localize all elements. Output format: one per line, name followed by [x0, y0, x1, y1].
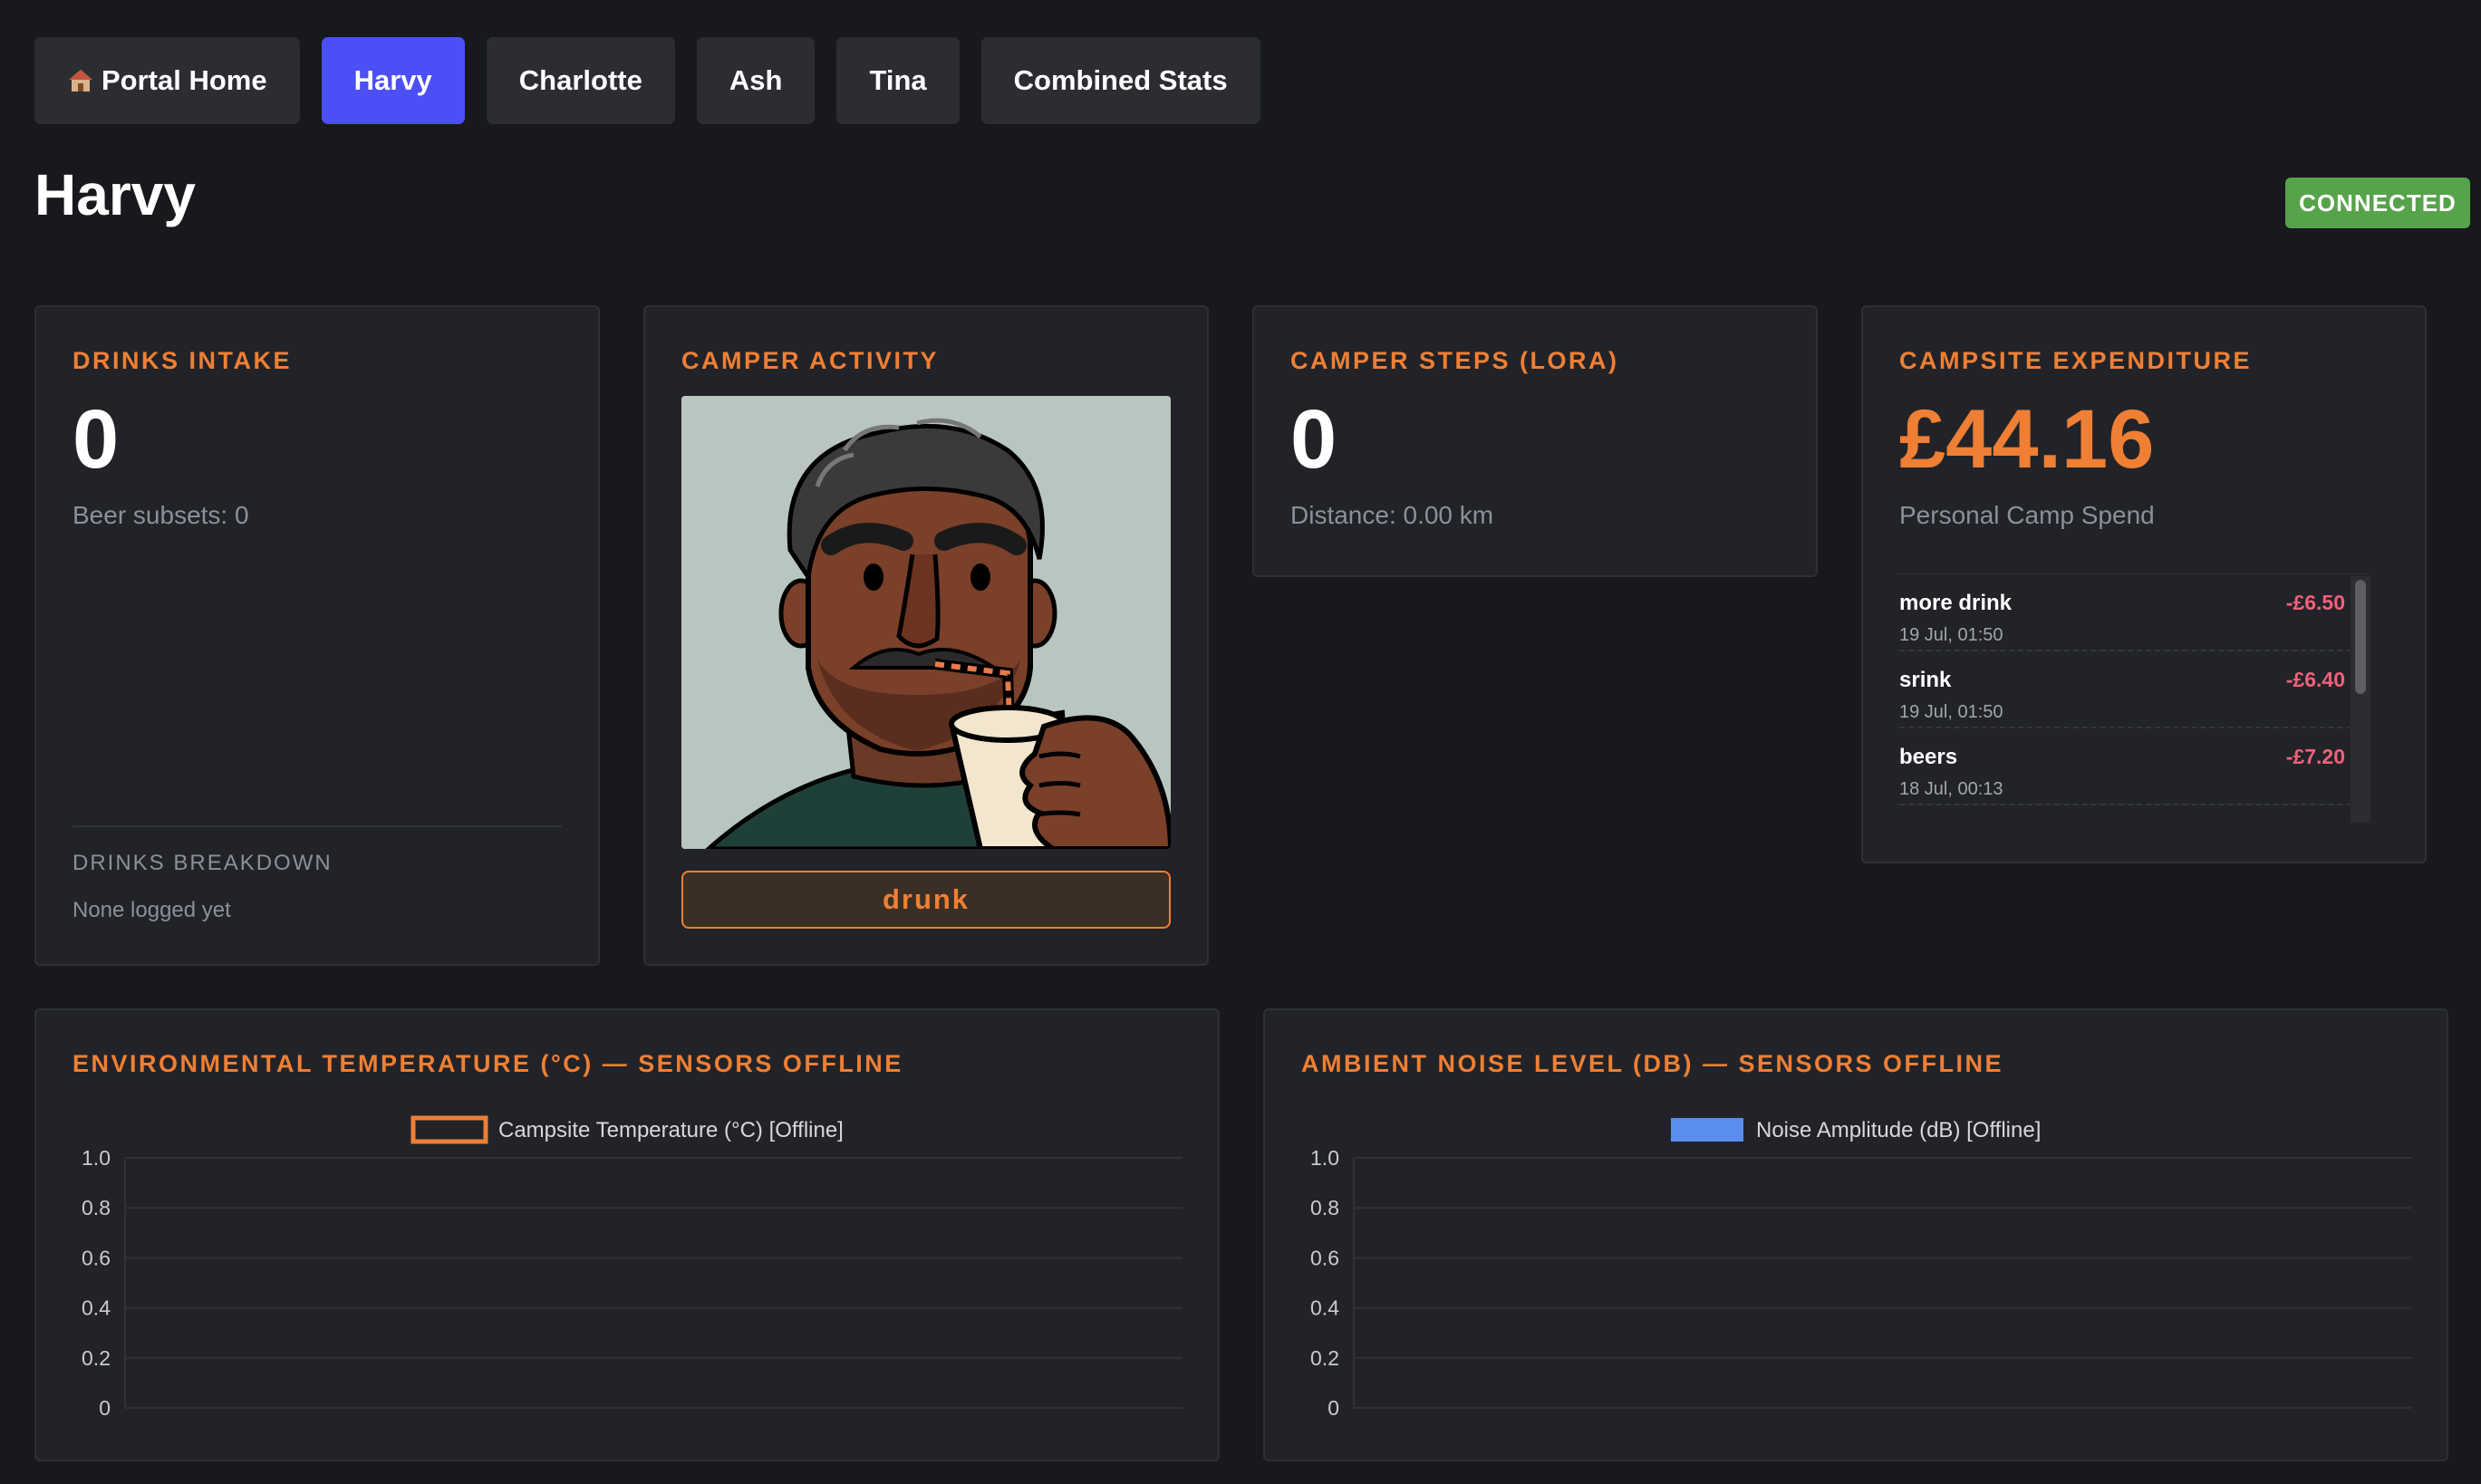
y-tick-label: 1.0 [82, 1146, 111, 1170]
home-icon [67, 67, 94, 94]
drinks-breakdown-empty-text: None logged yet [72, 898, 231, 922]
nav-portal-home-label: Portal Home [101, 64, 267, 96]
scrollbar-thumb[interactable] [2355, 580, 2366, 694]
noise-legend-label[interactable]: Noise Amplitude (dB) [Offline] [1756, 1118, 2041, 1142]
transaction-amount: -£6.40 [2285, 668, 2345, 691]
nav-harvy-button[interactable]: Harvy [321, 37, 465, 124]
drinks-intake-title: DRINKS INTAKE [72, 347, 293, 374]
y-tick-label: 0.8 [82, 1196, 111, 1219]
y-tick-label: 0.2 [82, 1346, 111, 1370]
transaction-amount: -£6.50 [2285, 591, 2345, 614]
personal-camp-spend-label: Personal Camp Spend [1899, 501, 2155, 529]
temperature-legend-label[interactable]: Campsite Temperature (°C) [Offline] [498, 1118, 844, 1142]
transaction-list[interactable]: more drink 19 Jul, 01:50 -£6.50 srink 19… [1899, 573, 2370, 825]
distance-text: Distance: 0.00 km [1290, 501, 1494, 529]
camper-steps-card: CAMPER STEPS (LORA) 0 Distance: 0.00 km [1252, 305, 1818, 577]
noise-legend-swatch[interactable] [1671, 1118, 1743, 1142]
transaction-list-scrollbar[interactable] [2351, 576, 2370, 823]
transaction-amount: -£7.20 [2285, 745, 2345, 768]
drinks-breakdown-title: DRINKS BREAKDOWN [72, 851, 333, 875]
nav-portal-home-button[interactable]: Portal Home [34, 37, 300, 124]
beer-subsets-text: Beer subsets: 0 [72, 501, 249, 529]
transaction-name: beers [1899, 745, 1958, 769]
campsite-expenditure-card: CAMPSITE EXPENDITURE £44.16 Personal Cam… [1861, 305, 2427, 863]
transaction-date: 18 Jul, 00:13 [1899, 779, 2003, 799]
y-tick-label: 0.6 [82, 1246, 111, 1269]
drinks-intake-card: DRINKS INTAKE 0 Beer subsets: 0 DRINKS B… [34, 305, 600, 966]
activity-status-pill: drunk [681, 871, 1171, 929]
connection-status-badge: CONNECTED [2285, 178, 2470, 228]
top-nav: Portal Home Harvy Charlotte Ash Tina Com… [34, 37, 1260, 124]
expenditure-total: £44.16 [1899, 393, 2155, 486]
transaction-name: more drink [1899, 591, 2013, 615]
y-tick-label: 0.8 [1310, 1196, 1339, 1219]
camper-activity-title: CAMPER ACTIVITY [681, 347, 940, 374]
y-tick-label: 0.6 [1310, 1246, 1339, 1269]
transaction-row: beers 18 Jul, 00:13 -£7.20 [1899, 728, 2370, 805]
divider [72, 825, 562, 827]
transaction-name: srink [1899, 668, 1952, 692]
temperature-chart: Campsite Temperature (°C) [Offline] 1.0 0… [82, 1115, 1183, 1420]
nav-ash-button[interactable]: Ash [696, 37, 816, 124]
camper-activity-card: CAMPER ACTIVITY drunk [643, 305, 1209, 966]
y-tick-label: 0.4 [1310, 1296, 1339, 1320]
camper-steps-title: CAMPER STEPS (LORA) [1290, 347, 1619, 374]
transaction-row: more drink 19 Jul, 01:50 -£6.50 [1899, 574, 2370, 651]
temperature-chart-card: ENVIRONMENTAL TEMPERATURE (°C) — SENSORS… [34, 1008, 1220, 1461]
transaction-row: srink 19 Jul, 01:50 -£6.40 [1899, 651, 2370, 728]
nav-combined-stats-button[interactable]: Combined Stats [980, 37, 1260, 124]
y-tick-label: 0.2 [1310, 1346, 1339, 1370]
noise-chart-card: AMBIENT NOISE LEVEL (DB) — SENSORS OFFLI… [1263, 1008, 2448, 1461]
camper-steps-value: 0 [1290, 393, 1337, 486]
nav-tina-button[interactable]: Tina [836, 37, 960, 124]
drinks-intake-value: 0 [72, 393, 120, 486]
noise-chart: Noise Amplitude (dB) [Offline] 1.0 0.8 0.6… [1310, 1118, 2411, 1420]
nav-charlotte-button[interactable]: Charlotte [486, 37, 675, 124]
y-tick-label: 1.0 [1310, 1146, 1339, 1170]
campsite-expenditure-title: CAMPSITE EXPENDITURE [1899, 347, 2253, 374]
page-title: Harvy [34, 162, 196, 227]
y-tick-label: 0.4 [82, 1296, 111, 1320]
transaction-date: 19 Jul, 01:50 [1899, 702, 2003, 722]
temperature-legend-swatch[interactable] [410, 1115, 488, 1144]
y-tick-label: 0 [1327, 1396, 1339, 1420]
y-tick-label: 0 [99, 1396, 111, 1420]
camper-avatar-image [681, 396, 1171, 849]
transaction-date: 19 Jul, 01:50 [1899, 625, 2003, 645]
